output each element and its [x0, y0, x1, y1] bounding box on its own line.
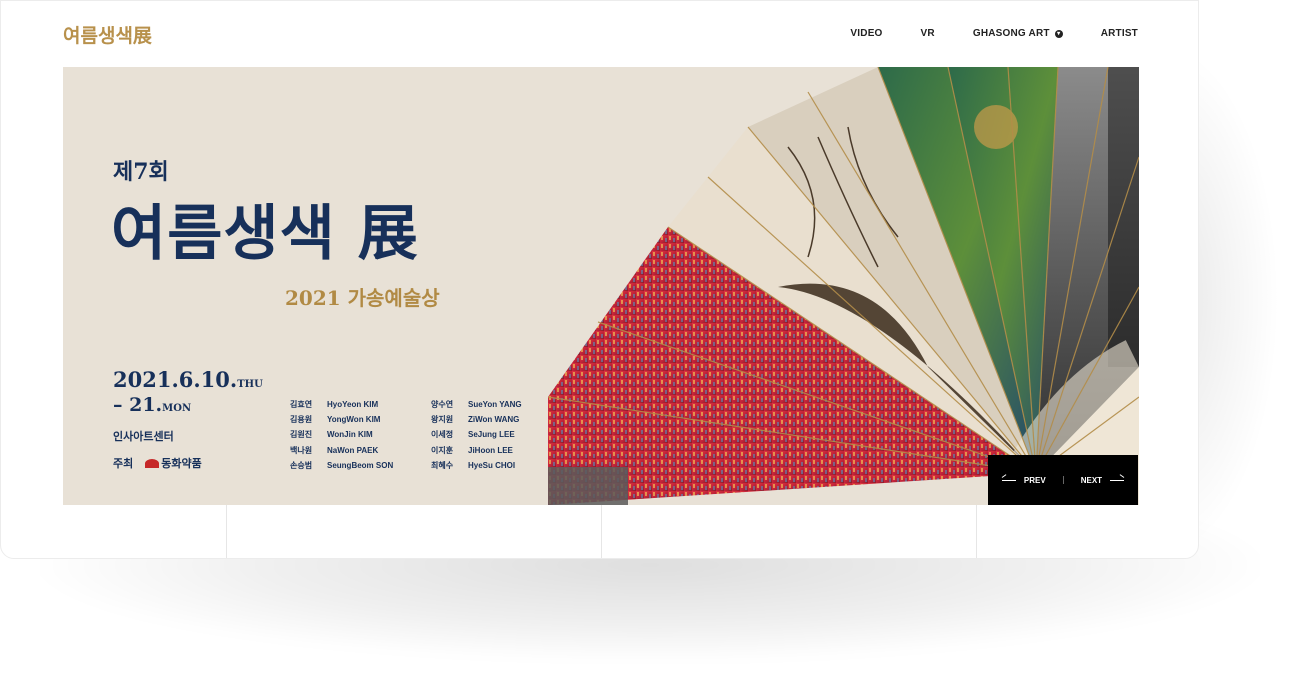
artist-row: 김용원 YongWon KIM: [290, 415, 381, 425]
artist-row: 백나원 NaWon PAEK: [290, 445, 379, 455]
artist-row: 양수연 SueYon YANG: [431, 400, 522, 410]
hero-banner: 제7회 여름생색 展 2021 가송예술상 2021.6.10.THU – 21…: [63, 67, 1139, 505]
exhibition-title: 여름생색 展: [111, 199, 419, 269]
browser-card: 여름생색展 VIDEO VR GHASONG ART ▾ ARTIST 제7회 여…: [0, 0, 1199, 559]
main-nav: VIDEO VR GHASONG ART ▾ ARTIST: [812, 28, 1138, 39]
prev-button[interactable]: PREV: [1001, 476, 1046, 485]
grid-divider: [601, 505, 602, 558]
date-start: 2021.6.10.THU: [113, 367, 263, 392]
artist-row: 김원진 WonJin KIM: [290, 430, 373, 440]
nav-ghasong-art[interactable]: GHASONG ART ▾: [973, 28, 1063, 39]
artist-row: 김효연 HyoYeon KIM: [290, 400, 379, 410]
artist-row: 이지훈 JiHoon LEE: [431, 445, 513, 455]
artist-row: 왕지원 ZiWon WANG: [431, 415, 520, 425]
arrow-right-icon: [1110, 479, 1125, 481]
artist-row: 손승범 SeungBeom SON: [290, 460, 394, 470]
nav-artist[interactable]: ARTIST: [1101, 28, 1138, 39]
award-subtitle: 2021 가송예술상: [285, 286, 440, 310]
grid-divider: [226, 505, 227, 558]
grid-divider: [976, 505, 977, 558]
artist-row: 최혜수 HyeSu CHOI: [431, 460, 516, 470]
artist-row: 이세정 SeJung LEE: [431, 430, 515, 440]
fan-artwork: [548, 67, 1139, 505]
host-logo: 동화약품: [145, 455, 202, 471]
slider-divider: [1062, 476, 1064, 484]
artist-list-2: 양수연 SueYon YANG 왕지원 ZiWon WANG 이세정 SeJung L…: [431, 397, 522, 473]
venue: 인사아트센터: [113, 431, 174, 443]
chevron-down-icon: ▾: [1054, 29, 1063, 38]
date-end: – 21.MON: [113, 394, 192, 416]
host-logo-icon: [145, 458, 160, 468]
slider-controls: PREV NEXT: [988, 455, 1138, 505]
edition-label: 제7회: [113, 159, 169, 185]
host: 주최 동화약품: [113, 455, 202, 471]
site-logo[interactable]: 여름생색展: [63, 21, 152, 48]
next-button[interactable]: NEXT: [1081, 476, 1125, 485]
nav-vr[interactable]: VR: [921, 28, 935, 39]
artist-list-1: 김효연 HyoYeon KIM 김용원 YongWon KIM 김원진 WonJin …: [290, 397, 393, 473]
arrow-left-icon: [1001, 479, 1016, 481]
nav-video[interactable]: VIDEO: [850, 28, 882, 39]
